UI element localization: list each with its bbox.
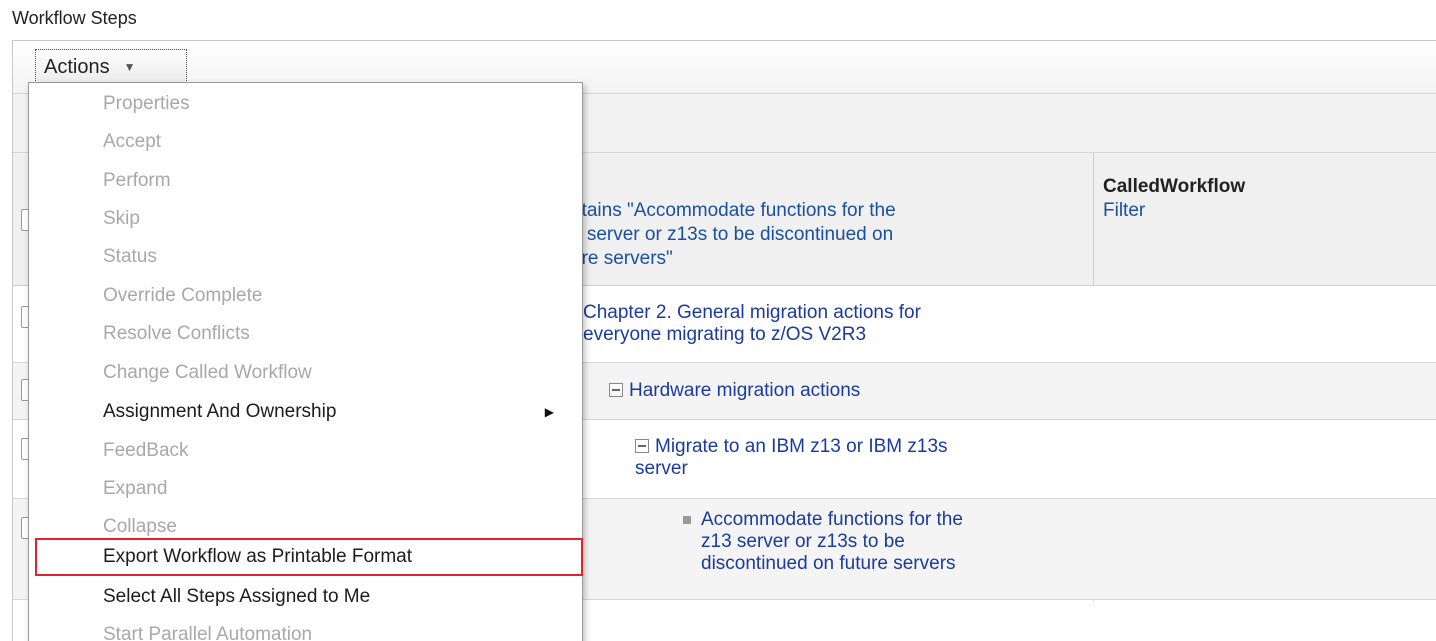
- step-row-content: Hardware migration actions: [609, 380, 1069, 402]
- menu-item-expand: Expand: [103, 478, 168, 499]
- calledworkflow-filter-link[interactable]: Filter: [1103, 199, 1423, 223]
- menu-item-select-all-steps-assigned[interactable]: Select All Steps Assigned to Me: [29, 578, 582, 616]
- menu-item-change-called-workflow: Change Called Workflow: [103, 362, 312, 383]
- name-column-title: e: [571, 175, 1051, 199]
- menu-item-resolve-conflicts: Resolve Conflicts: [103, 323, 250, 344]
- menu-item-perform: Perform: [103, 170, 171, 191]
- menu-item-feedback: FeedBack: [103, 440, 189, 461]
- submenu-arrow-icon: ▶: [544, 405, 554, 419]
- calledworkflow-column-title: CalledWorkflow: [1103, 176, 1246, 197]
- step-row-content: Migrate to an IBM z13 or IBM z13s server: [635, 436, 1075, 480]
- actions-label: Actions: [44, 55, 110, 78]
- actions-dropdown-menu: Properties Accept Perform Skip Status Ov…: [28, 82, 583, 641]
- menu-item-status: Status: [103, 246, 157, 267]
- chevron-down-icon: ▼: [123, 60, 136, 74]
- calledworkflow-column-header: CalledWorkflow Filter: [1103, 175, 1423, 223]
- name-column-filter[interactable]: ntains "Accommodate functions for the 3 …: [571, 199, 1051, 271]
- menu-item-override-complete: Override Complete: [103, 285, 263, 306]
- section-title: Workflow Steps: [12, 8, 137, 28]
- step-title-link[interactable]: Migrate to an IBM z13 or IBM z13s server: [635, 436, 948, 479]
- menu-item-label: Assignment And Ownership: [103, 401, 337, 422]
- step-title-link[interactable]: Accommodate functions for the z13 server…: [701, 509, 1081, 575]
- collapse-toggle-icon[interactable]: [635, 439, 649, 453]
- menu-item-export-workflow-printable[interactable]: Export Workflow as Printable Format: [29, 538, 582, 576]
- step-title-link[interactable]: Chapter 2. General migration actions for…: [583, 302, 1063, 346]
- menu-item-assignment-and-ownership[interactable]: Assignment And Ownership ▶: [29, 393, 582, 431]
- leaf-step-icon: [683, 516, 691, 524]
- name-column-header: e ntains "Accommodate functions for the …: [571, 175, 1051, 271]
- menu-item-accept: Accept: [103, 131, 162, 152]
- collapse-toggle-icon[interactable]: [609, 383, 623, 397]
- menu-item-properties: Properties: [103, 93, 190, 114]
- menu-item-skip: Skip: [103, 208, 140, 229]
- menu-item-start-parallel-automation: Start Parallel Automation: [103, 624, 313, 641]
- step-title-link[interactable]: Hardware migration actions: [629, 380, 860, 401]
- actions-menu-button[interactable]: Actions ▼: [35, 49, 187, 85]
